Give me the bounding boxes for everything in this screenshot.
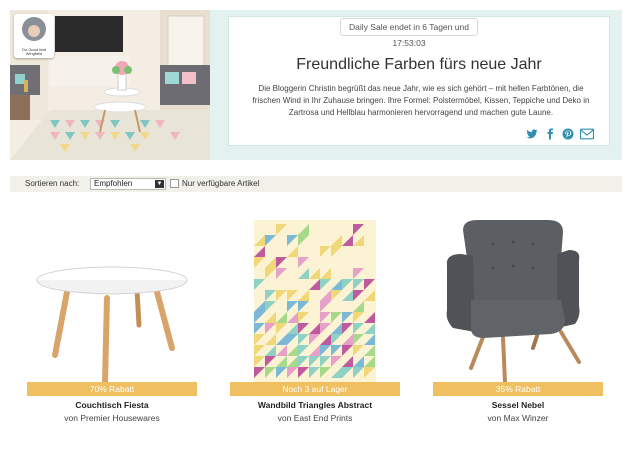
available-only-checkbox[interactable] xyxy=(170,179,179,188)
product-brand[interactable]: von Premier Housewares xyxy=(27,413,197,423)
product-name[interactable]: Couchtisch Fiesta xyxy=(27,400,197,410)
share-icons xyxy=(526,127,594,141)
sort-dropdown[interactable]: Empfohlen ▼ xyxy=(90,178,166,190)
stock-badge: Noch 3 auf Lager xyxy=(230,382,400,396)
product-image-coffee-table[interactable] xyxy=(27,220,197,390)
product-name[interactable]: Wandbild Triangles Abstract xyxy=(230,400,400,410)
pinterest-icon[interactable] xyxy=(562,128,574,140)
sort-bar: Sortieren nach: Empfohlen ▼ Nur verfügba… xyxy=(10,176,622,192)
product-name[interactable]: Sessel Nebel xyxy=(433,400,603,410)
product-card[interactable]: Noch 3 auf Lager Wandbild Triangles Abst… xyxy=(230,210,400,425)
product-brand[interactable]: von East End Prints xyxy=(230,413,400,423)
twitter-icon[interactable] xyxy=(526,128,538,140)
product-card[interactable]: 35% Rabatt Sessel Nebel von Max Winzer xyxy=(433,210,603,425)
sort-label: Sortieren nach: xyxy=(25,179,80,188)
discount-badge: 70% Rabatt xyxy=(27,382,197,396)
sale-countdown-badge: Daily Sale endet in 6 Tagen und 17:53:03 xyxy=(340,18,478,48)
hero-title: Freundliche Farben fürs neue Jahr xyxy=(296,56,542,73)
product-card[interactable]: 70% Rabatt Couchtisch Fiesta von Premier… xyxy=(27,210,197,425)
facebook-icon[interactable] xyxy=(544,128,556,140)
hero-description: Die Bloggerin Christin begrüßt das neue … xyxy=(252,84,590,117)
sort-selected-value: Empfohlen xyxy=(94,179,133,188)
discount-badge: 35% Rabatt xyxy=(433,382,603,396)
product-image-wall-art[interactable] xyxy=(230,220,400,390)
hero-room-photo[interactable]: Do Good feat Wingfield xyxy=(10,10,210,160)
avatar-photo xyxy=(22,17,46,41)
available-only-label[interactable]: Nur verfügbare Artikel xyxy=(182,179,259,188)
chevron-down-icon[interactable]: ▼ xyxy=(155,180,164,188)
avatar-caption: Do Good feat Wingfield xyxy=(22,47,46,56)
mail-icon[interactable] xyxy=(580,128,594,140)
blogger-avatar[interactable]: Do Good feat Wingfield xyxy=(14,14,54,58)
product-image-armchair[interactable] xyxy=(433,220,603,390)
product-brand[interactable]: von Max Winzer xyxy=(433,413,603,423)
